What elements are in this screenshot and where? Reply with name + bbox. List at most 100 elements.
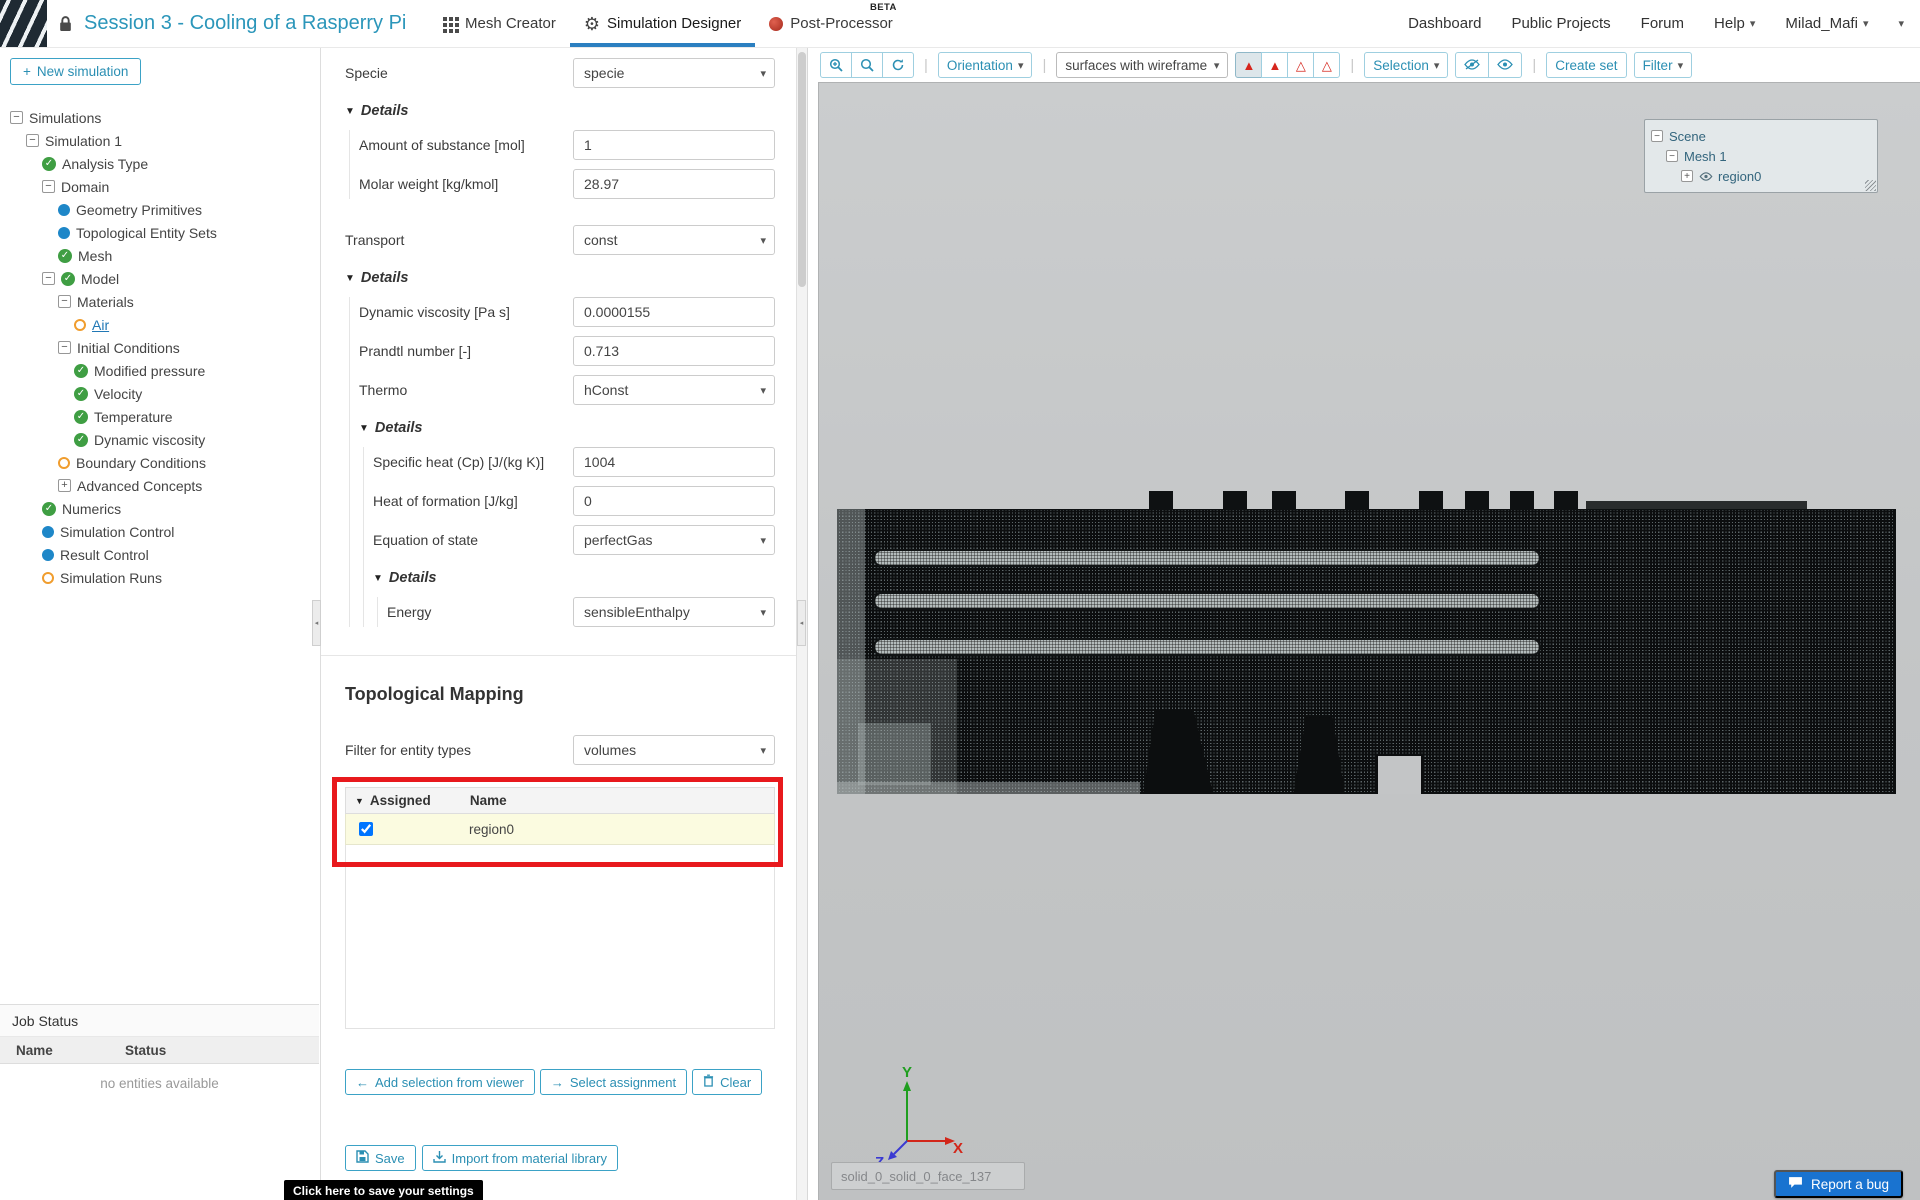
thermo-select[interactable]: hConst ▾: [573, 375, 775, 405]
dynamic-viscosity-input[interactable]: [573, 297, 775, 327]
tree-item-dynamic-viscosity[interactable]: ✓ Dynamic viscosity: [0, 428, 319, 451]
scene-tree-item-mesh[interactable]: − Mesh 1: [1651, 146, 1871, 166]
sidebar-collapse-handle[interactable]: ◂: [312, 600, 321, 646]
collapse-icon[interactable]: −: [1651, 130, 1663, 142]
front-faces-toggle[interactable]: ▲: [1235, 52, 1263, 78]
thermo-value: hConst: [584, 382, 629, 398]
tree-item-temperature[interactable]: ✓ Temperature: [0, 405, 319, 428]
tree-item-simulation-runs[interactable]: Simulation Runs: [0, 566, 319, 589]
scrollbar-thumb[interactable]: [798, 52, 806, 287]
equation-of-state-details-group: Energy sensibleEnthalpy ▾: [377, 597, 775, 627]
orientation-button[interactable]: Orientation ▾: [937, 52, 1033, 78]
save-button[interactable]: Save: [345, 1145, 416, 1171]
equation-of-state-select[interactable]: perfectGas ▾: [573, 525, 775, 555]
simscale-logo[interactable]: [0, 0, 47, 47]
tree-item-initial-conditions[interactable]: − Initial Conditions: [0, 336, 319, 359]
tree-item-velocity[interactable]: ✓ Velocity: [0, 382, 319, 405]
prandtl-number-input[interactable]: [573, 336, 775, 366]
simulation-tree-sidebar: + New simulation − Simulations − Simulation…: [0, 48, 321, 1200]
details-header[interactable]: ▼ Details: [345, 103, 775, 119]
nav-link-dashboard[interactable]: Dashboard: [1408, 15, 1481, 32]
entity-filter-select[interactable]: volumes ▾: [573, 735, 775, 765]
mesh-fin: [1223, 491, 1247, 510]
tree-item-label: Modified pressure: [94, 362, 206, 379]
scene-tree-item-region0[interactable]: + region0: [1651, 166, 1871, 186]
tree-item-air[interactable]: Air: [0, 313, 319, 336]
tree-item-modified-pressure[interactable]: ✓ Modified pressure: [0, 359, 319, 382]
details-header[interactable]: ▼ Details: [373, 570, 775, 586]
specific-heat-input[interactable]: [573, 447, 775, 477]
eye-icon[interactable]: [1699, 169, 1713, 184]
collapse-icon[interactable]: −: [10, 111, 23, 124]
tree-item-boundary-conditions[interactable]: Boundary Conditions: [0, 451, 319, 474]
nav-link-public-projects[interactable]: Public Projects: [1511, 15, 1610, 32]
report-bug-button[interactable]: Report a bug: [1774, 1170, 1904, 1198]
back-faces-toggle[interactable]: ▲: [1261, 52, 1289, 78]
tree-item-mesh[interactable]: ✓ Mesh: [0, 244, 319, 267]
nav-link-help[interactable]: Help ▾: [1714, 15, 1755, 32]
heat-of-formation-input[interactable]: [573, 486, 775, 516]
show-all-button[interactable]: [1488, 52, 1523, 78]
amount-of-substance-input[interactable]: [573, 130, 775, 160]
tab-post-processor[interactable]: BETA Post-Processor: [755, 0, 907, 47]
render-mode-select[interactable]: surfaces with wireframe ▾: [1056, 52, 1229, 78]
collapse-icon[interactable]: −: [42, 272, 55, 285]
scene-tree-item-scene[interactable]: − Scene: [1651, 126, 1871, 146]
specie-select[interactable]: specie ▾: [573, 58, 775, 88]
transport-select[interactable]: const ▾: [573, 225, 775, 255]
collapse-icon[interactable]: −: [58, 341, 71, 354]
energy-select[interactable]: sensibleEnthalpy ▾: [573, 597, 775, 627]
table-row-region0[interactable]: region0: [345, 814, 775, 845]
navbar-collapse-toggle[interactable]: ▾: [1898, 17, 1904, 30]
section-divider: [321, 655, 796, 656]
tree-item-result-control[interactable]: Result Control: [0, 543, 319, 566]
tab-mesh-creator[interactable]: Mesh Creator: [428, 0, 570, 47]
tree-item-simulation-control[interactable]: Simulation Control: [0, 520, 319, 543]
new-simulation-button[interactable]: + New simulation: [10, 58, 142, 85]
panel-collapse-handle[interactable]: ◂: [797, 600, 806, 646]
assigned-checkbox[interactable]: [359, 822, 373, 836]
collapse-icon[interactable]: −: [1666, 150, 1678, 162]
expand-icon[interactable]: +: [58, 479, 71, 492]
hide-selection-button[interactable]: [1455, 52, 1490, 78]
nav-link-forum[interactable]: Forum: [1641, 15, 1684, 32]
collapse-icon[interactable]: −: [26, 134, 39, 147]
tree-item-numerics[interactable]: ✓ Numerics: [0, 497, 319, 520]
flip-normals-toggle[interactable]: △: [1313, 52, 1341, 78]
filter-button[interactable]: Filter ▾: [1633, 52, 1693, 78]
zoom-extents-button[interactable]: [851, 52, 883, 78]
user-menu[interactable]: Milad_Mafi ▾: [1785, 15, 1868, 32]
collapse-icon[interactable]: −: [42, 180, 55, 193]
refresh-view-button[interactable]: [882, 52, 914, 78]
tree-item-geometry-primitives[interactable]: Geometry Primitives: [0, 198, 319, 221]
expand-icon[interactable]: +: [1681, 170, 1693, 182]
tree-item-topological-entity-sets[interactable]: Topological Entity Sets: [0, 221, 319, 244]
tree-item-simulations[interactable]: − Simulations: [0, 106, 319, 129]
collapse-icon[interactable]: −: [58, 295, 71, 308]
outline-faces-toggle[interactable]: △: [1287, 52, 1315, 78]
details-header[interactable]: ▼ Details: [359, 420, 775, 436]
selection-button[interactable]: Selection ▾: [1364, 52, 1449, 78]
create-set-button[interactable]: Create set: [1546, 52, 1627, 78]
save-tooltip: Click here to save your settings: [284, 1180, 483, 1200]
tree-item-model[interactable]: − ✓ Model: [0, 267, 319, 290]
zoom-in-button[interactable]: [820, 52, 852, 78]
details-header[interactable]: ▼ Details: [345, 270, 775, 286]
tree-item-analysis-type[interactable]: ✓ Analysis Type: [0, 152, 319, 175]
3d-viewport[interactable]: − Scene − Mesh 1 + region0 Y X Z: [818, 82, 1920, 1200]
molar-weight-input[interactable]: [573, 169, 775, 199]
assignment-table-header[interactable]: ▼ Assigned Name: [345, 787, 775, 814]
select-assignment-button[interactable]: → Select assignment: [539, 1069, 688, 1095]
resize-handle[interactable]: [1865, 180, 1876, 191]
collapse-triangle-icon: ▼: [345, 105, 355, 117]
clear-button[interactable]: Clear: [692, 1069, 763, 1095]
import-material-button[interactable]: Import from material library: [421, 1145, 618, 1171]
tree-item-label: Simulation 1: [45, 132, 123, 149]
tree-item-materials[interactable]: − Materials: [0, 290, 319, 313]
add-selection-button[interactable]: ← Add selection from viewer: [345, 1069, 535, 1095]
tree-item-simulation-1[interactable]: − Simulation 1: [0, 129, 319, 152]
tree-item-domain[interactable]: − Domain: [0, 175, 319, 198]
tree-item-advanced-concepts[interactable]: + Advanced Concepts: [0, 474, 319, 497]
tab-simulation-designer[interactable]: ⚙ Simulation Designer: [569, 0, 756, 47]
hover-entity-status: solid_0_solid_0_face_137: [831, 1162, 1025, 1190]
